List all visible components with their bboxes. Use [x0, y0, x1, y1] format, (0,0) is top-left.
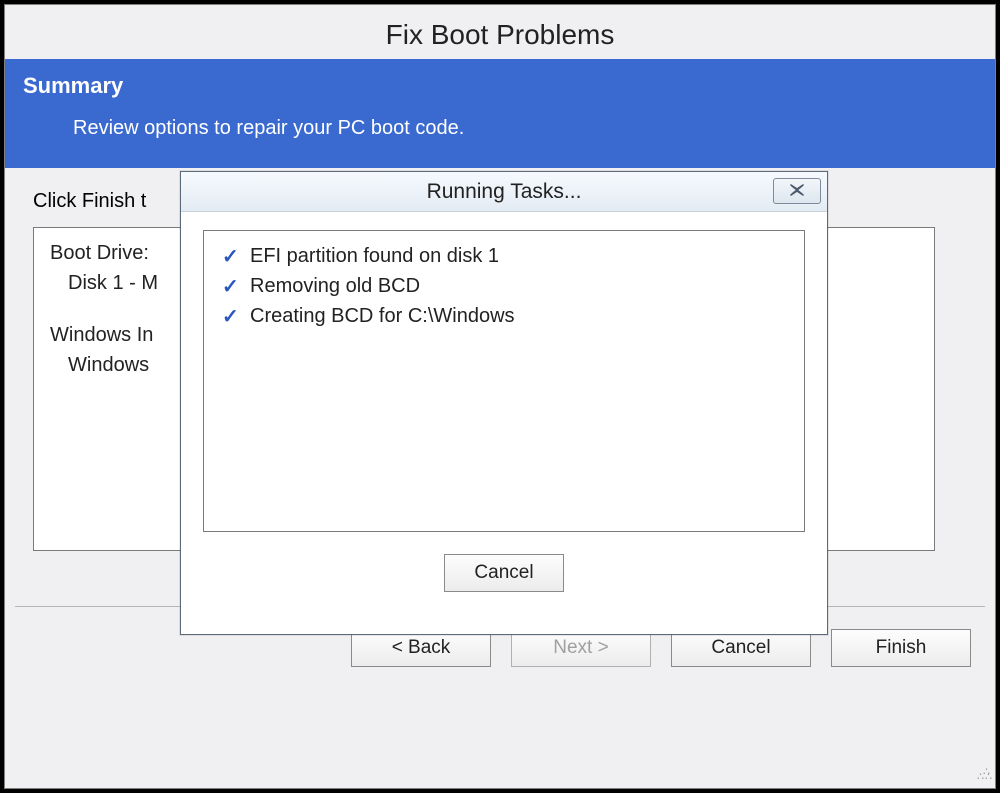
summary-heading: Summary [23, 73, 977, 99]
close-button[interactable] [773, 178, 821, 204]
task-label: Creating BCD for C:\Windows [250, 305, 515, 328]
check-icon: ✓ [222, 305, 240, 329]
task-item: ✓ Creating BCD for C:\Windows [222, 305, 786, 329]
summary-subtext: Review options to repair your PC boot co… [73, 117, 977, 140]
task-list-panel: ✓ EFI partition found on disk 1 ✓ Removi… [203, 230, 805, 532]
summary-banner: Summary Review options to repair your PC… [5, 59, 995, 168]
close-icon [789, 180, 805, 202]
dialog-body: ✓ EFI partition found on disk 1 ✓ Removi… [181, 212, 827, 592]
check-icon: ✓ [222, 245, 240, 269]
dialog-title: Running Tasks... [181, 180, 827, 204]
task-label: Removing old BCD [250, 275, 420, 298]
page-title: Fix Boot Problems [5, 5, 995, 59]
running-tasks-dialog: Running Tasks... ✓ EFI partition found o… [180, 171, 828, 635]
check-icon: ✓ [222, 275, 240, 299]
dialog-cancel-button[interactable]: Cancel [444, 554, 564, 592]
wizard-window: Fix Boot Problems Summary Review options… [4, 4, 996, 789]
task-item: ✓ Removing old BCD [222, 275, 786, 299]
task-label: EFI partition found on disk 1 [250, 245, 499, 268]
task-item: ✓ EFI partition found on disk 1 [222, 245, 786, 269]
finish-button[interactable]: Finish [831, 629, 971, 667]
dialog-button-row: Cancel [203, 532, 805, 592]
dialog-titlebar[interactable]: Running Tasks... [181, 172, 827, 212]
resize-grip-icon[interactable]: ∴∴∴ [977, 770, 991, 784]
